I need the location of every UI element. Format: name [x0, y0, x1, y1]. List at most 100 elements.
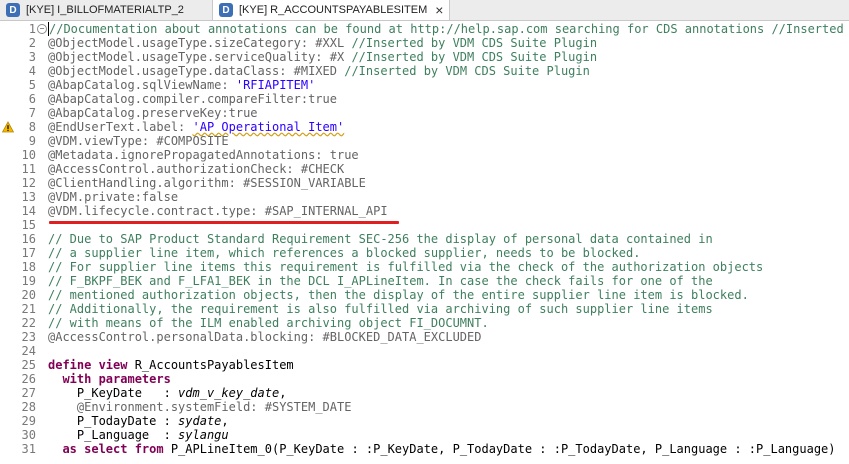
code-line[interactable]: 4 @ObjectModel.usageType.dataClass: #MIXE… — [0, 64, 849, 78]
line-number: 24 — [21, 344, 36, 358]
line-number: 14 — [21, 204, 36, 218]
line-number: 6 — [28, 92, 36, 106]
code-text: @AbapCatalog.compiler.compareFilter:true — [48, 92, 337, 106]
code-token: @Environment.systemField: #SYSTEM_DATE — [76, 400, 352, 414]
code-text: // Additionally, the requirement is also… — [48, 302, 713, 316]
code-line[interactable]: 7 @AbapCatalog.preserveKey:true — [0, 106, 849, 120]
code-token: @Metadata.ignorePropagatedAnnotations: t… — [48, 148, 359, 162]
line-number: 23 — [21, 330, 36, 344]
code-text: with parameters — [48, 372, 170, 386]
code-line[interactable]: 20 // mentioned authorization objects, th… — [0, 288, 849, 302]
code-editor[interactable]: 1−//Documentation about annotations can … — [0, 21, 849, 464]
line-number: 19 — [21, 274, 36, 288]
code-token: P_APLineItem_0(P_KeyDate : :P_KeyDate, P… — [170, 442, 836, 456]
line-number: 30 — [21, 428, 36, 442]
line-number: 2 — [28, 36, 36, 50]
line-number: 15 — [21, 218, 36, 232]
code-line[interactable]: 11 @AccessControl.authorizationCheck: #CH… — [0, 162, 849, 176]
code-line[interactable]: 1−//Documentation about annotations can … — [0, 22, 849, 36]
line-number: 5 — [28, 78, 36, 92]
line-number: 7 — [28, 106, 36, 120]
line-number: 4 — [28, 64, 36, 78]
code-token: define view — [48, 358, 135, 372]
code-token: @ObjectModel.usageType.serviceQuality: #… — [48, 50, 352, 64]
tab-r-accountspayablesitem[interactable]: D [KYE] R_ACCOUNTSPAYABLESITEM × — [212, 0, 450, 20]
code-token: @VDM.lifecycle.contract.type: #SAP_INTER… — [48, 204, 388, 218]
code-text: // with means of the ILM enabled archivi… — [48, 316, 489, 330]
line-number: 9 — [28, 134, 36, 148]
code-line[interactable]: 14 @VDM.lifecycle.contract.type: #SAP_INT… — [0, 204, 849, 218]
code-text: @AccessControl.authorizationCheck: #CHEC… — [48, 162, 344, 176]
code-text: as select from P_APLineItem_0(P_KeyDate … — [48, 442, 836, 456]
code-line[interactable]: 24 — [0, 344, 849, 358]
warning-icon[interactable] — [2, 121, 14, 133]
line-number: 26 — [21, 372, 36, 386]
code-text: @VDM.private:false — [48, 190, 178, 204]
code-token: sydate — [178, 414, 222, 428]
line-number: 16 — [21, 232, 36, 246]
code-line[interactable]: 17 // a supplier line item, which referen… — [0, 246, 849, 260]
code-token: // Additionally, the requirement is also… — [48, 302, 713, 316]
code-line[interactable]: 3 @ObjectModel.usageType.serviceQuality: … — [0, 50, 849, 64]
line-number: 28 — [21, 400, 36, 414]
code-line[interactable]: 26 with parameters — [0, 372, 849, 386]
line-number: 13 — [21, 190, 36, 204]
code-text: // F_BKPF_BEK and F_LFA1_BEK in the DCL … — [48, 274, 713, 288]
line-number: 8 — [28, 120, 36, 134]
code-line[interactable]: 28 @Environment.systemField: #SYSTEM_DAT… — [0, 400, 849, 414]
code-line[interactable]: 15 — [0, 218, 849, 232]
code-line[interactable]: 25 define view R_AccountsPayablesItem — [0, 358, 849, 372]
code-token: @AbapCatalog.compiler.compareFilter:true — [48, 92, 337, 106]
code-token: // For supplier line items this requirem… — [48, 260, 764, 274]
code-line[interactable]: 27 P_KeyDate : vdm_v_key_date, — [0, 386, 849, 400]
line-number: 27 — [21, 386, 36, 400]
code-token: vdm_v_key_date — [178, 386, 280, 400]
editor-tab-bar: D [KYE] I_BILLOFMATERIALTP_2 D [KYE] R_A… — [0, 0, 849, 21]
code-line[interactable]: 29 P_TodayDate : sydate, — [0, 414, 849, 428]
code-line[interactable]: 16 // Due to SAP Product Standard Require… — [0, 232, 849, 246]
code-text: @ObjectModel.usageType.sizeCategory: #XX… — [48, 36, 597, 50]
code-line[interactable]: 19 // F_BKPF_BEK and F_LFA1_BEK in the DC… — [0, 274, 849, 288]
line-number: 12 — [21, 176, 36, 190]
code-token: // F_BKPF_BEK and F_LFA1_BEK in the DCL … — [48, 274, 713, 288]
code-line[interactable]: 30 P_Language : sylangu — [0, 428, 849, 442]
line-number: 3 — [28, 50, 36, 64]
tab-i-billofmaterialtp-2[interactable]: D [KYE] I_BILLOFMATERIALTP_2 — [0, 0, 212, 20]
code-token: 'RFIAPITEM' — [235, 78, 316, 92]
close-icon[interactable]: × — [435, 3, 443, 17]
code-line[interactable]: 8 @EndUserText.label: 'AP Operational Ite… — [0, 120, 849, 134]
fold-toggle-icon[interactable]: − — [37, 24, 47, 34]
code-line[interactable]: 31 as select from P_APLineItem_0(P_KeyDa… — [0, 442, 849, 456]
code-line[interactable]: 10 @Metadata.ignorePropagatedAnnotations:… — [0, 148, 849, 162]
code-token: R_AccountsPayablesItem — [134, 358, 294, 372]
code-line[interactable]: 9 @VDM.viewType: #COMPOSITE — [0, 134, 849, 148]
code-text: @VDM.viewType: #COMPOSITE — [48, 134, 229, 148]
code-token: @AccessControl.personalData.blocking: #B… — [48, 330, 482, 344]
code-token: //Documentation about annotations can be… — [49, 22, 844, 36]
code-line[interactable]: 5 @AbapCatalog.sqlViewName: 'RFIAPITEM' — [0, 78, 849, 92]
code-line[interactable]: 2 @ObjectModel.usageType.sizeCategory: #X… — [0, 36, 849, 50]
cds-definition-icon: D — [219, 3, 233, 17]
line-number: 18 — [21, 260, 36, 274]
code-line[interactable]: 22 // with means of the ILM enabled archi… — [0, 316, 849, 330]
code-line[interactable]: 21 // Additionally, the requirement is al… — [0, 302, 849, 316]
code-token: @AccessControl.authorizationCheck: #CHEC… — [48, 162, 345, 176]
code-token: //Inserted by VDM CDS Suite Plugin — [344, 64, 590, 78]
code-text: @ClientHandling.algorithm: #SESSION_VARI… — [48, 176, 366, 190]
line-number: 20 — [21, 288, 36, 302]
code-line[interactable]: 12 @ClientHandling.algorithm: #SESSION_VA… — [0, 176, 849, 190]
code-text: @Metadata.ignorePropagatedAnnotations: t… — [48, 148, 359, 162]
code-text: P_TodayDate : sydate, — [48, 414, 229, 428]
code-token: //Inserted by VDM CDS Suite Plugin — [351, 36, 598, 50]
code-text: P_Language : sylangu — [48, 428, 229, 442]
code-line[interactable]: 13 @VDM.private:false — [0, 190, 849, 204]
line-number: 21 — [21, 302, 36, 316]
code-token: @VDM.private:false — [48, 190, 179, 204]
code-line[interactable]: 18 // For supplier line items this requir… — [0, 260, 849, 274]
code-token: // with means of the ILM enabled archivi… — [48, 316, 489, 330]
code-token: @VDM.viewType: #COMPOSITE — [48, 134, 229, 148]
code-line[interactable]: 6 @AbapCatalog.compiler.compareFilter:tru… — [0, 92, 849, 106]
code-line[interactable]: 23 @AccessControl.personalData.blocking: … — [0, 330, 849, 344]
line-number: 31 — [21, 442, 36, 456]
